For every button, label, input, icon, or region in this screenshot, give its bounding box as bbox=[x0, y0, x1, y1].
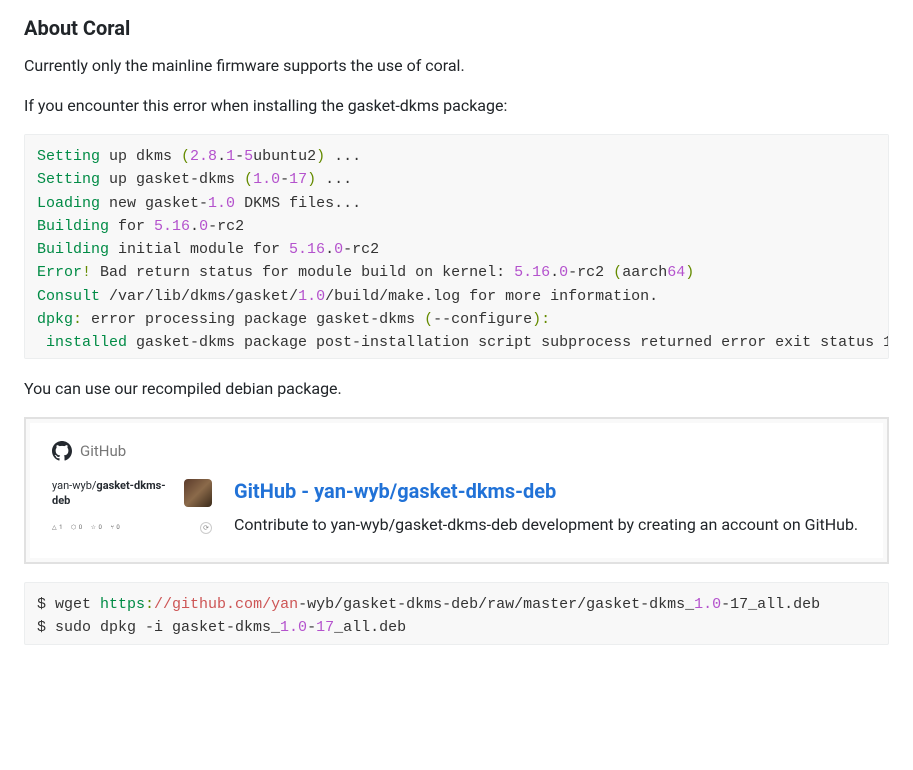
code-token: Loading bbox=[37, 195, 100, 212]
github-repo-description: Contribute to yan-wyb/gasket-dkms-deb de… bbox=[234, 513, 861, 538]
github-thumb-stats: △ 1⬡ 0☆ 0⑂ 0 bbox=[52, 524, 120, 531]
code-token: 0 bbox=[199, 218, 208, 235]
github-repo-link[interactable]: GitHub - yan-wyb/gasket-dkms-deb bbox=[234, 479, 556, 503]
refresh-icon: ⟳ bbox=[200, 522, 212, 534]
code-token: - bbox=[307, 619, 316, 636]
code-token: Building bbox=[37, 218, 109, 235]
code-token: : bbox=[73, 311, 82, 328]
code-token: DKMS files... bbox=[235, 195, 361, 212]
code-token: : bbox=[541, 311, 550, 328]
code-token: /var/lib/dkms/gasket/ bbox=[100, 288, 298, 305]
code-token: initial module for bbox=[109, 241, 289, 258]
code-token: 0 bbox=[334, 241, 343, 258]
paragraph-solution: You can use our recompiled debian packag… bbox=[24, 377, 889, 401]
code-token: //github.com/yan bbox=[154, 596, 298, 613]
code-token: 2.8 bbox=[190, 148, 217, 165]
code-token: ( bbox=[244, 171, 253, 188]
code-token: ubuntu2 bbox=[253, 148, 316, 165]
code-token: . bbox=[550, 264, 559, 281]
github-thumbnail: yan-wyb/gasket-dkms-deb △ 1⬡ 0☆ 0⑂ 0 ⟳ bbox=[52, 479, 212, 534]
code-token: up dkms bbox=[100, 148, 181, 165]
github-card-header: GitHub bbox=[52, 441, 861, 461]
code-token: 1.0 bbox=[280, 619, 307, 636]
code-block-commands[interactable]: $ wget https://github.com/yan-wyb/gasket… bbox=[24, 582, 889, 645]
github-thumb-avatar bbox=[184, 479, 212, 507]
code-token: 1.0 bbox=[253, 171, 280, 188]
code-token: $ sudo dpkg -i gasket-dkms_ bbox=[37, 619, 280, 636]
code-token: ( bbox=[424, 311, 433, 328]
code-token: -rc2 bbox=[343, 241, 379, 258]
code-token: Bad return status for module build on ke… bbox=[91, 264, 514, 281]
code-token: ) bbox=[685, 264, 694, 281]
code-token: Building bbox=[37, 241, 109, 258]
code-token: ) bbox=[307, 171, 316, 188]
code-token: Consult bbox=[37, 288, 100, 305]
code-token: : bbox=[145, 596, 154, 613]
code-token: 0 bbox=[559, 264, 568, 281]
github-icon bbox=[52, 441, 72, 461]
code-block-error[interactable]: Setting up dkms (2.8.1-5ubuntu2) ... Set… bbox=[24, 134, 889, 359]
code-token: 17 bbox=[316, 619, 334, 636]
code-token: ) bbox=[316, 148, 325, 165]
code-token: dpkg bbox=[37, 311, 73, 328]
code-token: new gasket- bbox=[100, 195, 208, 212]
code-token: gasket-dkms package post-installation sc… bbox=[127, 334, 889, 351]
code-token: . bbox=[190, 218, 199, 235]
code-token: 1.0 bbox=[208, 195, 235, 212]
code-token: $ wget bbox=[37, 596, 100, 613]
code-token: 17 bbox=[289, 171, 307, 188]
code-token: . bbox=[325, 241, 334, 258]
code-token: for bbox=[109, 218, 154, 235]
paragraph-intro: Currently only the mainline firmware sup… bbox=[24, 54, 889, 78]
code-token: up gasket-dkms bbox=[100, 171, 244, 188]
code-token: Error bbox=[37, 264, 82, 281]
code-token: 5.16 bbox=[514, 264, 550, 281]
code-token: Setting bbox=[37, 148, 100, 165]
paragraph-error-intro: If you encounter this error when install… bbox=[24, 94, 889, 118]
code-token: -wyb/gasket-dkms-deb/raw/master/gasket-d… bbox=[298, 596, 694, 613]
code-token: 5.16 bbox=[154, 218, 190, 235]
code-token: 64 bbox=[667, 264, 685, 281]
code-token: ! bbox=[82, 264, 91, 281]
code-token: 1 bbox=[226, 148, 235, 165]
code-token: - bbox=[280, 171, 289, 188]
code-token: 5 bbox=[244, 148, 253, 165]
code-token: installed bbox=[37, 334, 127, 351]
code-token: -rc2 bbox=[568, 264, 613, 281]
github-link-card[interactable]: GitHub yan-wyb/gasket-dkms-deb △ 1⬡ 0☆ 0… bbox=[24, 417, 889, 564]
code-token: -17_all.deb bbox=[721, 596, 820, 613]
section-heading: About Coral bbox=[24, 16, 889, 40]
code-token: _all.deb bbox=[334, 619, 406, 636]
code-token: ( bbox=[181, 148, 190, 165]
code-token: 1.0 bbox=[694, 596, 721, 613]
code-token: https bbox=[100, 596, 145, 613]
code-token: 1.0 bbox=[298, 288, 325, 305]
github-thumb-owner: yan-wyb/ bbox=[52, 479, 96, 492]
code-token: ( bbox=[613, 264, 622, 281]
github-site-label: GitHub bbox=[80, 442, 126, 460]
code-token: ) bbox=[532, 311, 541, 328]
code-token: error processing package gasket-dkms bbox=[82, 311, 424, 328]
code-token: aarch bbox=[622, 264, 667, 281]
code-token: ... bbox=[316, 171, 352, 188]
code-token: --configure bbox=[433, 311, 532, 328]
code-token: . bbox=[217, 148, 226, 165]
code-token: -rc2 bbox=[208, 218, 244, 235]
code-token: 5.16 bbox=[289, 241, 325, 258]
code-token: Setting bbox=[37, 171, 100, 188]
code-token: /build/make.log for more information. bbox=[325, 288, 658, 305]
code-token: ... bbox=[325, 148, 361, 165]
code-token: - bbox=[235, 148, 244, 165]
